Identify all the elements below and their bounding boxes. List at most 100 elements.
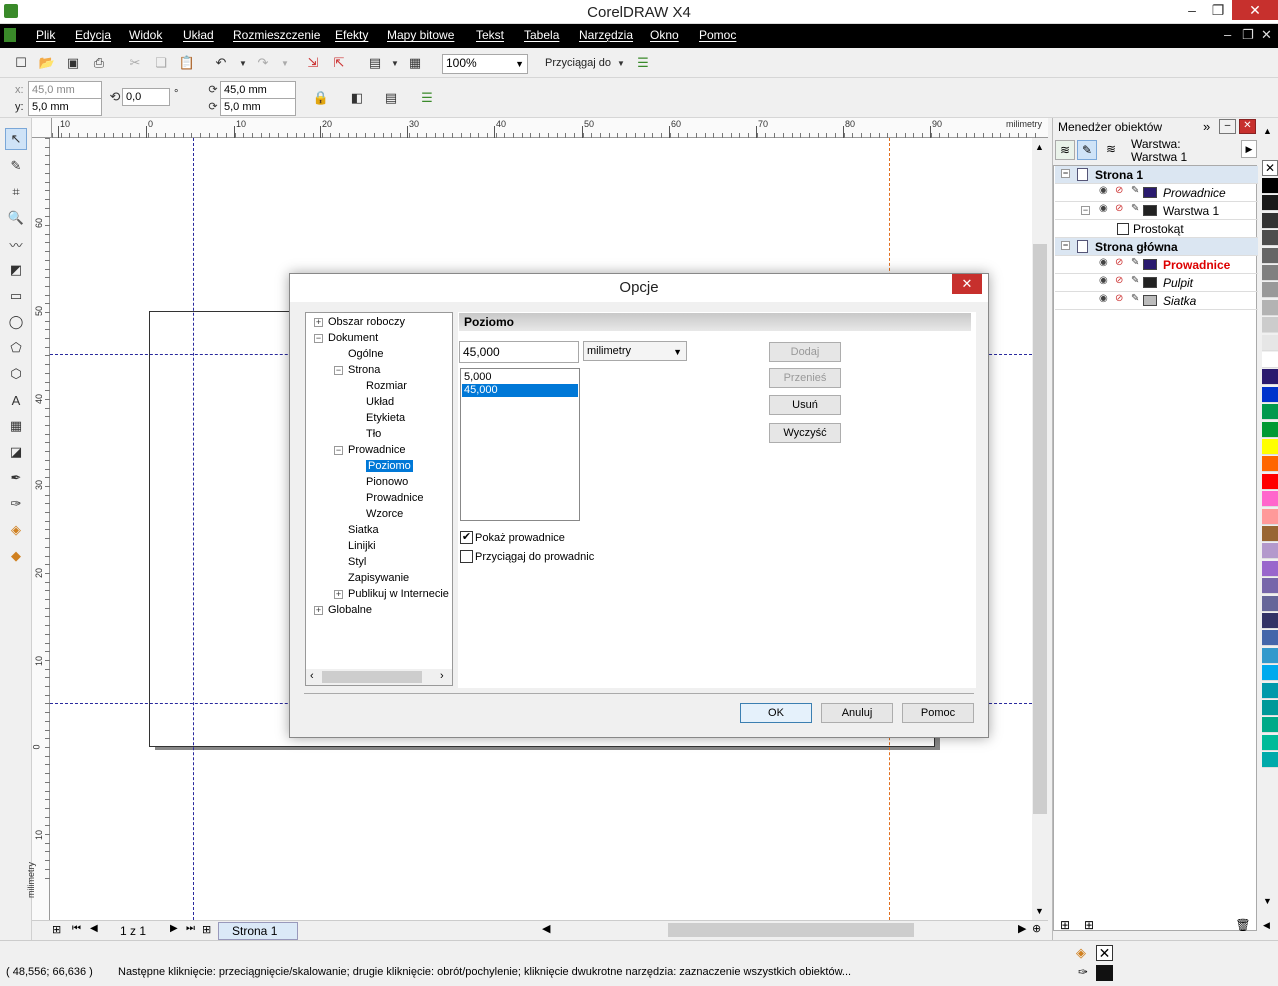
menu-item-3[interactable]: Układ: [183, 28, 214, 42]
show-guides-checkbox[interactable]: ✔: [460, 531, 473, 544]
palette-swatch[interactable]: [1262, 195, 1278, 212]
edit-icon[interactable]: ✎: [1131, 257, 1139, 268]
undo-icon[interactable]: ↶: [212, 54, 230, 72]
crop-tool-icon[interactable]: ⌗: [5, 181, 27, 203]
object-row[interactable]: ◉ ⊘ ✎ Siatka: [1055, 292, 1258, 310]
palette-swatch[interactable]: [1262, 404, 1278, 421]
horizontal-scroll-thumb[interactable]: [668, 923, 914, 937]
smart-fill-icon[interactable]: ◩: [5, 259, 27, 281]
tree-node[interactable]: Globalne: [328, 604, 372, 616]
redo-icon[interactable]: ↷: [254, 54, 272, 72]
collapse-icon[interactable]: −: [334, 366, 343, 375]
save-icon[interactable]: ▣: [64, 54, 82, 72]
rectangle-tool-icon[interactable]: ▭: [5, 285, 27, 307]
tree-node[interactable]: Pionowo: [366, 476, 408, 488]
first-page-icon[interactable]: ⏮: [72, 923, 81, 934]
print-icon[interactable]: ⎙: [90, 54, 108, 72]
interactive-blend-icon[interactable]: ◪: [5, 441, 27, 463]
horizontal-scrollbar[interactable]: [556, 923, 1016, 937]
palette-swatch[interactable]: [1262, 317, 1278, 334]
edit-icon[interactable]: ✎: [1131, 203, 1139, 214]
ellipse-tool-icon[interactable]: ◯: [5, 311, 27, 333]
export-icon[interactable]: ⇱: [330, 54, 348, 72]
object-row[interactable]: − Strona 1: [1055, 166, 1258, 184]
palette-swatch[interactable]: [1262, 212, 1278, 229]
eye-icon[interactable]: ◉: [1099, 293, 1108, 304]
guide-list-item[interactable]: 5,000: [462, 371, 578, 384]
y-position-field[interactable]: 5,0 mm: [28, 98, 102, 116]
outline-color-swatch[interactable]: [1096, 965, 1113, 981]
object-row[interactable]: ◉ ⊘ ✎ Prowadnice: [1055, 256, 1258, 274]
tree-node[interactable]: Styl: [348, 556, 366, 568]
tree-scroll-thumb[interactable]: [322, 671, 422, 683]
eye-icon[interactable]: ◉: [1099, 257, 1108, 268]
palette-swatch[interactable]: [1262, 386, 1278, 403]
tree-node[interactable]: Linijki: [348, 540, 376, 552]
docker-expand-icon[interactable]: »: [1203, 119, 1210, 134]
tree-node[interactable]: Wzorce: [366, 508, 403, 520]
import-icon[interactable]: ⇲: [304, 54, 322, 72]
expand-icon[interactable]: +: [314, 318, 323, 327]
edit-icon[interactable]: ✎: [1131, 185, 1139, 196]
dialog-close-icon[interactable]: ✕: [952, 274, 982, 294]
object-row[interactable]: − Strona główna: [1055, 238, 1258, 256]
palette-swatch[interactable]: [1262, 734, 1278, 751]
palette-swatch[interactable]: [1262, 717, 1278, 734]
palette-scroll-up-icon[interactable]: ▲: [1263, 126, 1272, 136]
add-button[interactable]: Dodaj: [769, 342, 841, 362]
delete-icon[interactable]: 🗑: [1233, 918, 1253, 938]
palette-swatch[interactable]: [1262, 613, 1278, 629]
last-page-icon[interactable]: ⏭: [186, 923, 195, 934]
show-properties-icon[interactable]: ≋: [1055, 140, 1075, 160]
options-icon[interactable]: ☰: [634, 54, 652, 72]
menu-item-4[interactable]: Rozmieszczenie: [233, 28, 320, 42]
close-icon[interactable]: ✕: [1232, 0, 1278, 20]
tree-node[interactable]: Strona: [348, 364, 380, 376]
layer-color-swatch[interactable]: [1143, 259, 1157, 270]
tree-node[interactable]: Poziomo: [366, 460, 413, 472]
menu-item-11[interactable]: Pomoc: [699, 28, 736, 42]
menu-item-0[interactable]: Plik: [36, 28, 55, 42]
menu-item-9[interactable]: Narzędzia: [579, 28, 633, 42]
layer-color-swatch[interactable]: [1143, 205, 1157, 216]
palette-scroll-down-icon[interactable]: ▼: [1263, 896, 1272, 906]
height-field[interactable]: 5,0 mm: [220, 98, 296, 116]
tree-node[interactable]: Rozmiar: [366, 380, 407, 392]
new-layer-icon[interactable]: ⊞: [1055, 918, 1075, 938]
doc-restore-icon[interactable]: ❐: [1242, 27, 1254, 43]
mirror-icon[interactable]: ◧: [348, 89, 366, 107]
palette-swatch[interactable]: [1262, 334, 1278, 351]
zoom-select[interactable]: 100% ▼: [442, 54, 528, 74]
palette-swatch[interactable]: [1262, 369, 1278, 386]
expand-icon[interactable]: +: [314, 606, 323, 615]
layer-color-swatch[interactable]: [1143, 187, 1157, 198]
palette-swatch[interactable]: [1262, 473, 1278, 490]
prev-page-icon[interactable]: ◀: [90, 923, 98, 934]
palette-swatch[interactable]: [1262, 595, 1278, 612]
vertical-guide[interactable]: [193, 138, 194, 920]
tree-node[interactable]: Publikuj w Internecie: [348, 588, 449, 600]
palette-swatch[interactable]: [1262, 647, 1278, 664]
palette-swatch[interactable]: [1262, 630, 1278, 647]
width-field[interactable]: 45,0 mm: [220, 81, 296, 99]
paste-icon[interactable]: 📋: [178, 54, 196, 72]
hscroll-left-icon[interactable]: ◀: [542, 922, 550, 935]
cancel-button[interactable]: Anuluj: [821, 703, 893, 723]
zoom-tool-icon[interactable]: 🔍: [5, 207, 27, 229]
cut-icon[interactable]: ✂: [126, 54, 144, 72]
shape-tool-icon[interactable]: ✎: [5, 155, 27, 177]
menu-item-1[interactable]: Edycja: [75, 28, 111, 42]
vertical-scrollbar[interactable]: ▲ ▼: [1032, 138, 1048, 920]
palette-swatch[interactable]: [1262, 439, 1278, 455]
pick-tool-icon[interactable]: ↖: [5, 128, 27, 150]
freehand-tool-icon[interactable]: 〰: [5, 233, 27, 255]
add-page-after-icon[interactable]: ⊞: [202, 923, 211, 936]
new-document-icon[interactable]: ☐: [12, 54, 30, 72]
palette-swatch[interactable]: [1262, 299, 1278, 316]
palette-swatch[interactable]: [1262, 282, 1278, 299]
tree-scroll-left-icon[interactable]: ‹: [310, 670, 314, 682]
scroll-down-icon[interactable]: ▼: [1035, 906, 1044, 916]
layer-color-swatch[interactable]: [1143, 295, 1157, 306]
tree-node[interactable]: Dokument: [328, 332, 378, 344]
minimize-icon[interactable]: –: [1178, 0, 1206, 20]
